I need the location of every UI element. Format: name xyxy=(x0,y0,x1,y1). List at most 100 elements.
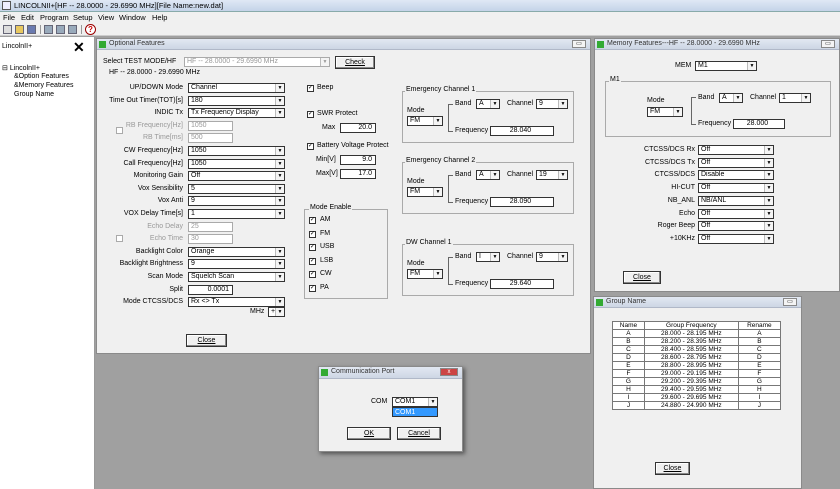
swr-protect-checkbox[interactable]: ✓ xyxy=(307,111,314,118)
mode-checkbox[interactable]: ✓ xyxy=(309,284,316,292)
rb-checkbox[interactable] xyxy=(116,127,123,134)
table-row[interactable]: C 28.400 - 28.595 MHz C xyxy=(612,345,782,354)
memory-frequency-input[interactable]: 28.000 xyxy=(733,119,785,129)
group-rename-cell[interactable]: A xyxy=(737,329,782,338)
group-rename-cell[interactable]: E xyxy=(737,361,782,370)
memory-mode-select[interactable]: FM ▼ xyxy=(647,107,683,117)
memory-row-select[interactable]: Off ▼ xyxy=(698,157,774,168)
tree-item-option-features[interactable]: &Option Features xyxy=(14,73,69,80)
memory-row-select[interactable]: Off ▼ xyxy=(698,208,774,219)
channel-number-select[interactable]: 9 ▼ xyxy=(536,252,568,262)
mode-checkbox[interactable]: ✓ xyxy=(309,257,316,265)
group-rename-cell[interactable]: C xyxy=(737,345,782,354)
check-button[interactable]: Check xyxy=(335,56,375,69)
field-select[interactable]: Squelch Scan ▼ xyxy=(188,272,285,282)
channel-number-select[interactable]: 9 ▼ xyxy=(536,99,568,109)
split-input[interactable]: 0.0001 xyxy=(188,284,233,295)
memory-row-select[interactable]: Off ▼ xyxy=(698,233,774,244)
table-row[interactable]: G 29.200 - 29.395 MHz G xyxy=(612,377,782,386)
memory-row-select[interactable]: Off ▼ xyxy=(698,221,774,232)
field-select[interactable]: Channel ▼ xyxy=(188,83,285,93)
mem-select[interactable]: M1 ▼ xyxy=(695,61,757,71)
read-radio-icon[interactable] xyxy=(44,25,53,34)
group-rename-cell[interactable]: H xyxy=(737,385,782,394)
menu-program[interactable]: Program xyxy=(40,13,69,22)
group-rename-cell[interactable]: G xyxy=(737,377,782,386)
field-select[interactable]: 5 ▼ xyxy=(188,183,285,194)
group-close-button[interactable]: Close xyxy=(655,462,690,475)
com-select[interactable]: COM1 ▼ xyxy=(392,397,438,407)
channel-mode-select[interactable]: FM ▼ xyxy=(407,187,443,197)
group-rename-cell[interactable]: B xyxy=(737,337,782,346)
field-select[interactable]: 180 ▼ xyxy=(188,95,285,106)
new-file-icon[interactable] xyxy=(3,25,12,34)
field-select[interactable]: 1050 ▼ xyxy=(188,146,285,156)
mode-checkbox[interactable]: ✓ xyxy=(309,271,316,278)
battery-min-input[interactable]: 9.0 xyxy=(340,155,376,165)
field-select[interactable]: 1050 ▼ xyxy=(188,158,285,169)
mode-checkbox[interactable]: ✓ xyxy=(309,244,316,251)
echo-checkbox[interactable] xyxy=(116,235,123,242)
close-icon[interactable]: x xyxy=(440,368,458,376)
channel-frequency-input[interactable]: 28.040 xyxy=(490,126,554,136)
memory-row-select[interactable]: Disable ▼ xyxy=(698,170,774,181)
swr-max-input[interactable]: 20.0 xyxy=(340,123,376,133)
tree-item-memory-features[interactable]: &Memory Features xyxy=(14,82,74,89)
field-select[interactable]: 1 ▼ xyxy=(188,209,285,219)
group-rename-cell[interactable]: D xyxy=(737,353,782,362)
table-row[interactable]: E 28.800 - 28.995 MHz E xyxy=(612,361,782,370)
channel-mode-select[interactable]: FM ▼ xyxy=(407,116,443,126)
open-folder-icon[interactable] xyxy=(15,25,24,34)
table-row[interactable]: F 29.000 - 29.195 MHz F xyxy=(612,369,782,378)
table-row[interactable]: D 28.600 - 28.795 MHz D xyxy=(612,353,782,362)
menu-setup[interactable]: Setup xyxy=(73,13,93,22)
memory-row-select[interactable]: NB/ANL ▼ xyxy=(698,195,774,206)
cancel-button[interactable]: Cancel xyxy=(397,427,441,440)
table-row[interactable]: J 24.880 - 24.990 MHz J xyxy=(612,401,782,410)
menu-view[interactable]: View xyxy=(98,13,114,22)
group-rename-cell[interactable]: I xyxy=(737,393,782,402)
table-row[interactable]: A 28.000 - 28.195 MHz A xyxy=(612,329,782,338)
field-input[interactable]: 30 xyxy=(188,234,233,245)
field-input[interactable]: 25 xyxy=(188,221,233,232)
menu-file[interactable]: File xyxy=(3,13,15,22)
channel-number-select[interactable]: 19 ▼ xyxy=(536,170,568,180)
mode-checkbox[interactable]: ✓ xyxy=(309,217,316,224)
tree-item-group-name[interactable]: Group Name xyxy=(14,91,54,98)
memory-row-select[interactable]: Off ▼ xyxy=(698,145,774,155)
group-rename-cell[interactable]: J xyxy=(737,401,782,410)
memory-band-select[interactable]: A ▼ xyxy=(719,93,743,103)
field-select[interactable]: Rx <> Tx ▼ xyxy=(188,297,285,308)
channel-mode-select[interactable]: FM ▼ xyxy=(407,269,443,279)
port-icon[interactable] xyxy=(68,25,77,34)
split-sign-select[interactable]: + ▼ xyxy=(268,307,285,317)
save-icon[interactable] xyxy=(27,25,36,34)
mode-checkbox[interactable]: ✓ xyxy=(309,230,316,238)
battery-protect-checkbox[interactable]: ✓ xyxy=(307,143,314,150)
battery-max-input[interactable]: 17.0 xyxy=(340,169,376,179)
field-select[interactable]: 9 ▼ xyxy=(188,259,285,270)
field-input[interactable]: 1050 xyxy=(188,120,233,131)
write-radio-icon[interactable] xyxy=(56,25,65,34)
table-row[interactable]: H 29.400 - 29.595 MHz H xyxy=(612,385,782,394)
channel-band-select[interactable]: A ▼ xyxy=(476,99,500,109)
group-rename-cell[interactable]: F xyxy=(737,369,782,378)
help-icon[interactable]: ? xyxy=(85,24,96,35)
close-icon[interactable]: ✕ xyxy=(73,39,85,56)
menu-edit[interactable]: Edit xyxy=(21,13,34,22)
ok-button[interactable]: OK xyxy=(347,427,391,440)
beep-checkbox[interactable]: ✓ xyxy=(307,85,314,92)
memory-row-select[interactable]: Off ▼ xyxy=(698,183,774,194)
channel-band-select[interactable]: I ▼ xyxy=(476,252,500,262)
table-row[interactable]: B 28.200 - 28.395 MHz B xyxy=(612,337,782,346)
channel-frequency-input[interactable]: 29.640 xyxy=(490,279,554,289)
table-row[interactable]: I 29.600 - 29.695 MHz I xyxy=(612,393,782,402)
restore-icon[interactable]: ▭ xyxy=(821,40,835,48)
field-select[interactable]: Orange ▼ xyxy=(188,246,285,257)
field-input[interactable]: 500 xyxy=(188,133,233,144)
memory-channel-select[interactable]: 1 ▼ xyxy=(779,93,811,103)
field-select[interactable]: 9 ▼ xyxy=(188,196,285,207)
com-option-com1[interactable]: COM1 xyxy=(392,407,438,417)
channel-band-select[interactable]: A ▼ xyxy=(476,170,500,180)
restore-icon[interactable]: ▭ xyxy=(572,40,586,48)
